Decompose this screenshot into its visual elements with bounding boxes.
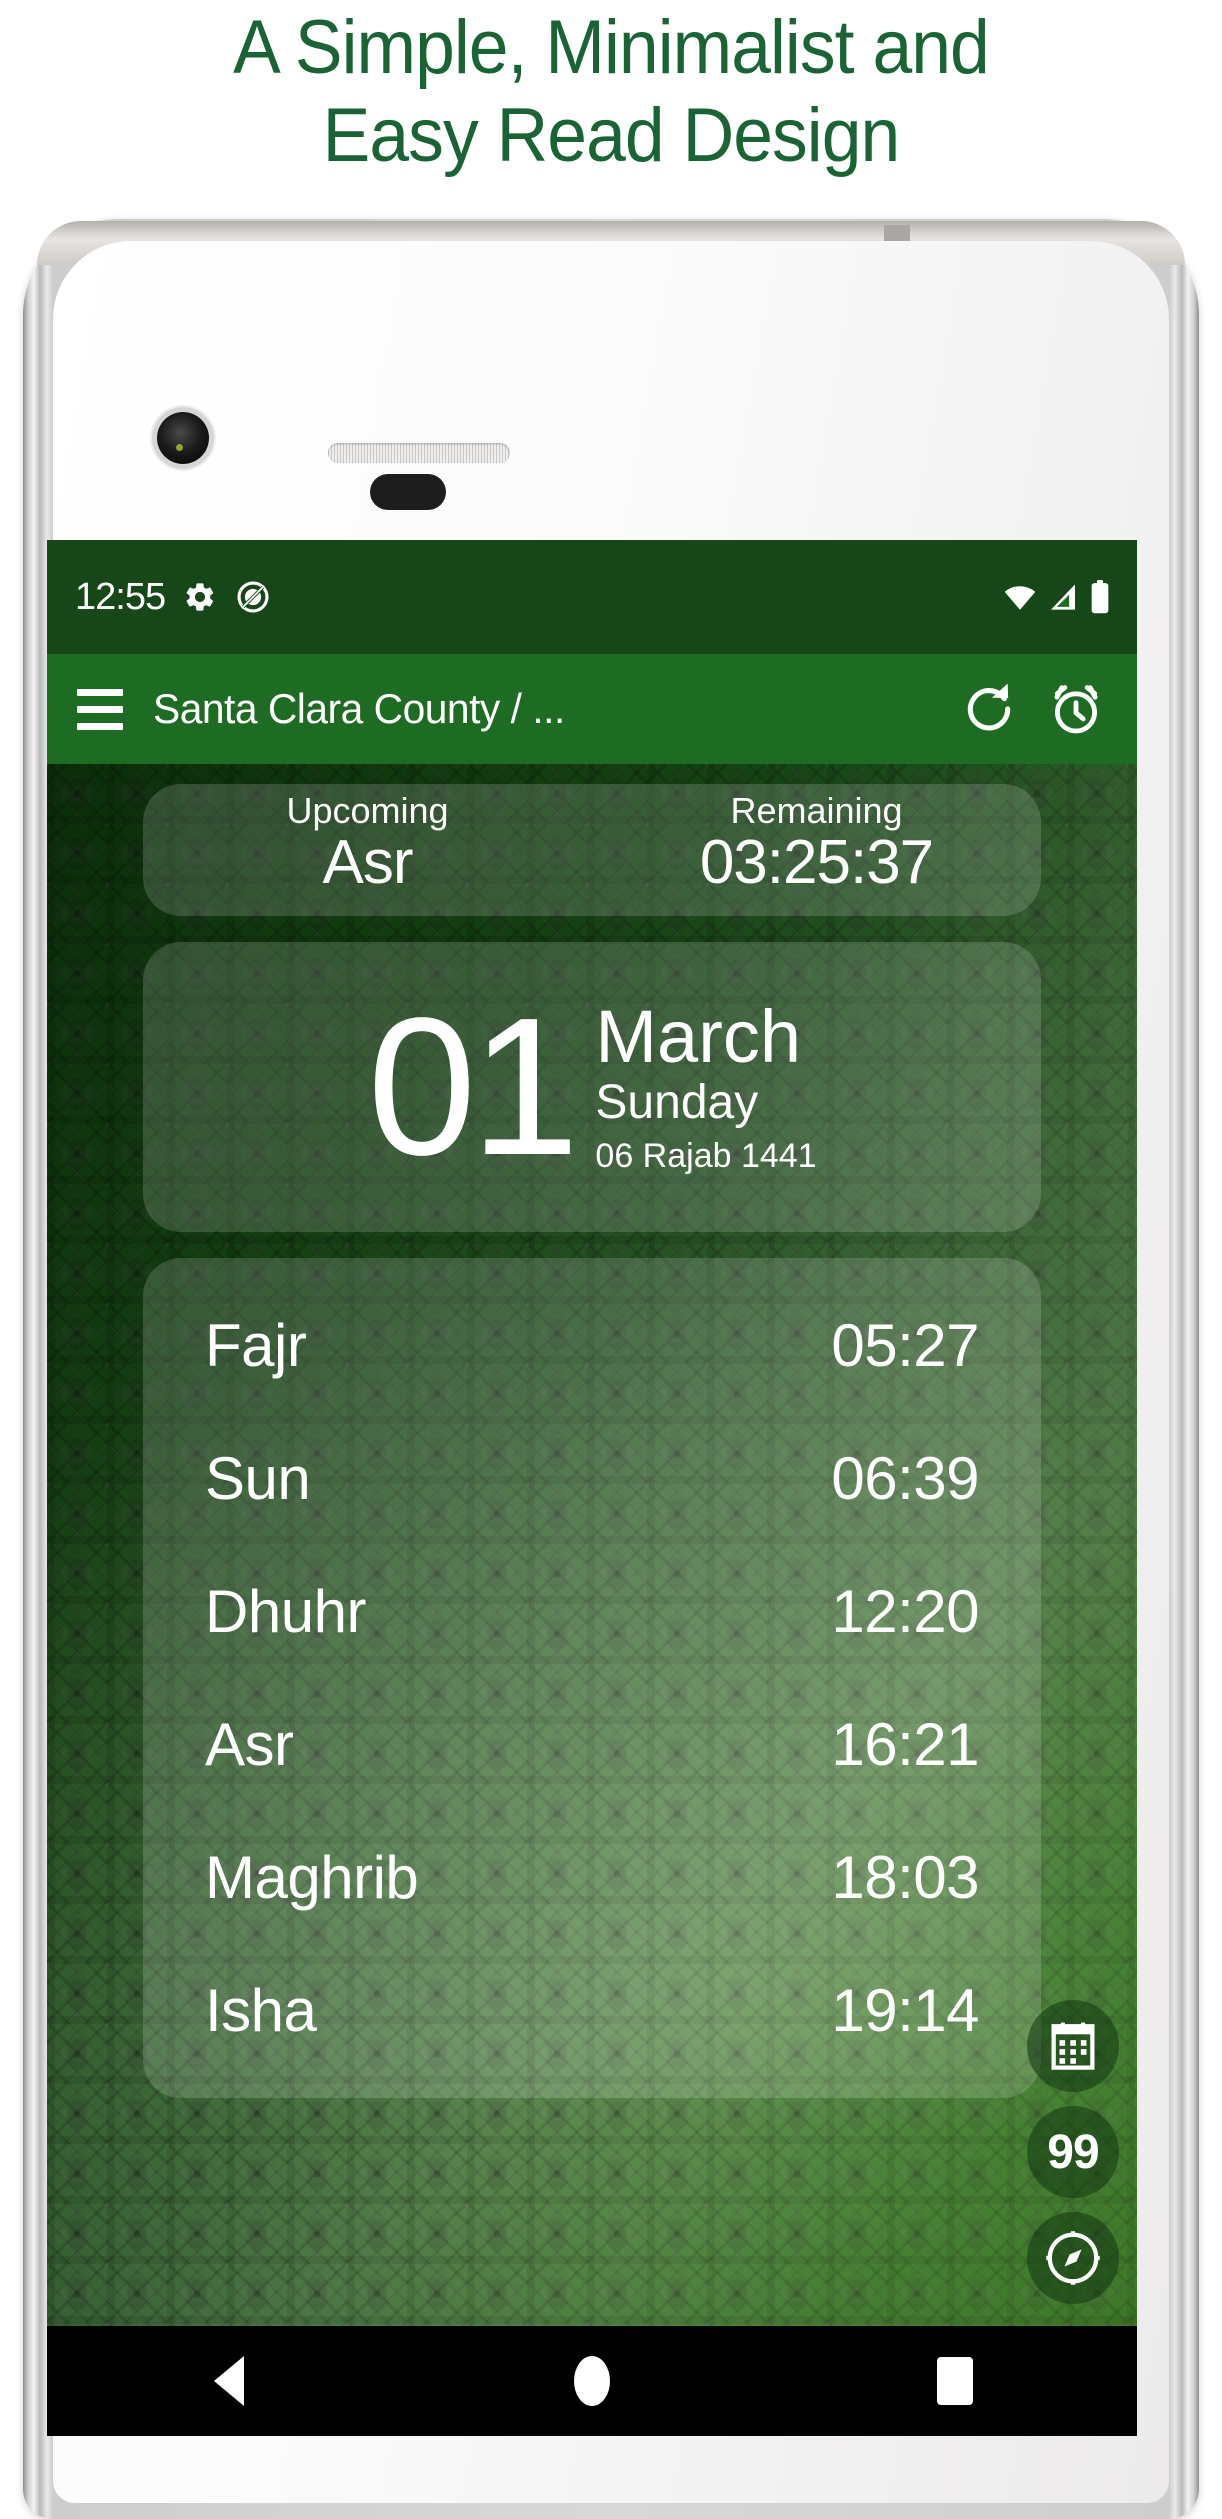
tasbih-fab[interactable]: 99 — [1027, 2106, 1119, 2198]
prayer-row[interactable]: Maghrib 18:03 — [205, 1811, 979, 1944]
prayer-time: 16:21 — [831, 1711, 979, 1778]
recents-square-icon — [937, 2357, 974, 2405]
status-clock: 12:55 — [75, 575, 166, 618]
android-nav-bar — [47, 2326, 1137, 2436]
upcoming-label: Upcoming — [286, 790, 449, 831]
earpiece-speaker — [328, 443, 510, 463]
prayer-time: 19:14 — [831, 1977, 979, 2044]
promo-headline-line-1: A Simple, Minimalist and — [233, 5, 990, 90]
upcoming-prayer-card[interactable]: Upcoming Asr Remaining 03:25:37 — [143, 784, 1041, 916]
prayer-name: Asr — [205, 1711, 294, 1778]
prayer-name: Fajr — [205, 1312, 307, 1379]
prayer-row[interactable]: Isha 19:14 — [205, 1944, 979, 2077]
app-bar-actions — [961, 680, 1105, 738]
hamburger-line — [77, 722, 123, 730]
app-bar: Santa Clara County / ... — [47, 654, 1137, 764]
prayer-time: 18:03 — [831, 1844, 979, 1911]
alarm-clock-icon[interactable] — [1047, 680, 1105, 738]
signal-icon — [1047, 582, 1079, 612]
wifi-icon — [1003, 582, 1037, 612]
upcoming-column: Upcoming Asr — [143, 784, 592, 916]
hamburger-line — [77, 705, 123, 713]
main-content: Upcoming Asr Remaining 03:25:37 01 March… — [47, 764, 1137, 2326]
prayer-row[interactable]: Fajr 05:27 — [205, 1279, 979, 1412]
status-bar-left: 12:55 — [75, 540, 271, 654]
phone-mockup: 12:55 Santa Clara County / ... Upcoming … — [23, 219, 1199, 2519]
fab-stack: 99 — [1027, 2000, 1119, 2304]
back-nav-button[interactable] — [169, 2356, 289, 2406]
hamburger-line — [77, 688, 123, 696]
prayer-row[interactable]: Dhuhr 12:20 — [205, 1545, 979, 1678]
sensor-pill — [370, 474, 446, 510]
prayer-row[interactable]: Sun 06:39 — [205, 1412, 979, 1545]
prayer-time: 05:27 — [831, 1312, 979, 1379]
qibla-fab[interactable] — [1027, 2212, 1119, 2304]
date-day-number: 01 — [367, 976, 579, 1196]
upcoming-prayer-name: Asr — [322, 827, 414, 897]
page-title: Santa Clara County / ... — [153, 685, 565, 732]
recents-nav-button[interactable] — [895, 2357, 1015, 2405]
home-circle-icon — [573, 2356, 610, 2406]
status-bar: 12:55 — [47, 540, 1137, 654]
remaining-column: Remaining 03:25:37 — [592, 784, 1041, 916]
phone-screen: 12:55 Santa Clara County / ... Upcoming … — [47, 540, 1137, 2436]
tasbih-count: 99 — [1047, 2125, 1099, 2179]
battery-icon — [1089, 580, 1111, 614]
prayer-times-card: Fajr 05:27 Sun 06:39 Dhuhr 12:20 Asr 16:… — [143, 1258, 1041, 2098]
prayer-name: Maghrib — [205, 1844, 419, 1911]
calendar-icon — [1046, 2019, 1100, 2073]
home-nav-button[interactable] — [532, 2356, 652, 2406]
date-hijri: 06 Rajab 1441 — [595, 1137, 817, 1176]
date-card[interactable]: 01 March Sunday 06 Rajab 1441 — [143, 942, 1041, 1232]
prayer-row[interactable]: Asr 16:21 — [205, 1678, 979, 1811]
prayer-time: 06:39 — [831, 1445, 979, 1512]
prayer-name: Sun — [205, 1445, 311, 1512]
do-not-disturb-icon — [235, 579, 271, 615]
gear-icon — [183, 580, 217, 614]
promo-headline-line-2: Easy Read Design — [322, 93, 901, 178]
remaining-countdown: 03:25:37 — [699, 827, 934, 897]
prayer-name: Isha — [205, 1977, 317, 2044]
date-details: March Sunday 06 Rajab 1441 — [595, 992, 816, 1183]
back-triangle-icon — [213, 2356, 244, 2406]
status-bar-right — [1003, 540, 1111, 654]
calendar-fab[interactable] — [1027, 2000, 1119, 2092]
hamburger-menu-icon[interactable] — [77, 688, 123, 730]
date-month: March — [595, 994, 802, 1078]
prayer-name: Dhuhr — [205, 1578, 366, 1645]
compass-icon — [1043, 2228, 1103, 2288]
remaining-label: Remaining — [730, 790, 903, 831]
front-camera-icon — [157, 412, 209, 464]
date-weekday: Sunday — [595, 1075, 759, 1129]
prayer-time: 12:20 — [831, 1578, 979, 1645]
refresh-icon[interactable] — [961, 681, 1017, 737]
